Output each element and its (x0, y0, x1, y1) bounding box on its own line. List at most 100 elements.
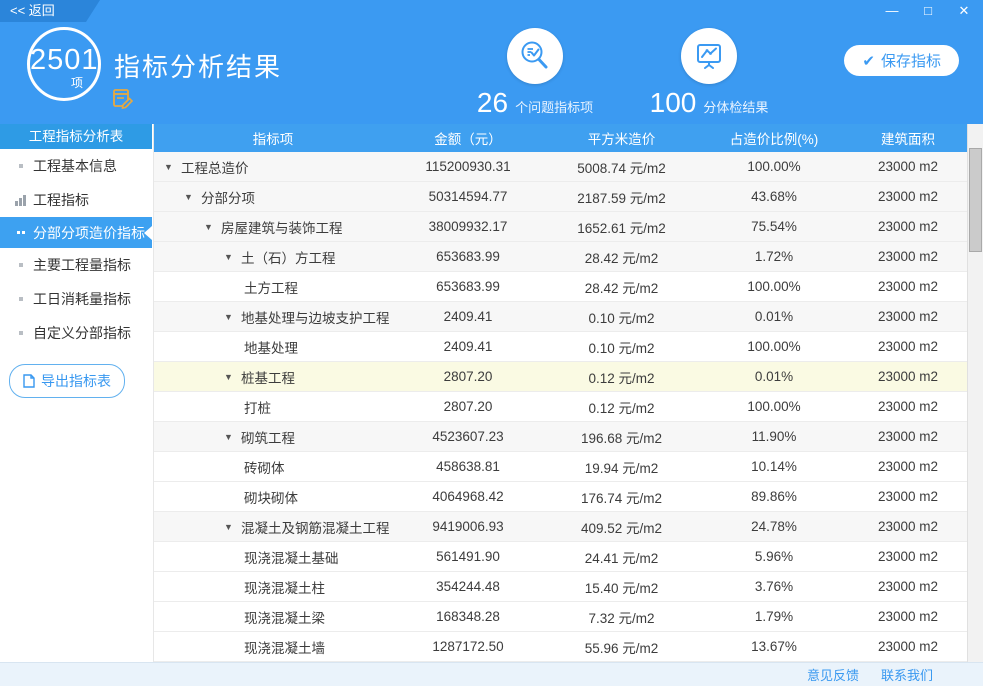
expand-collapse-arrow-icon[interactable]: ▼ (224, 522, 241, 532)
export-indicator-table-button[interactable]: 导出指标表 (9, 364, 125, 398)
scrollbar-thumb[interactable] (969, 148, 982, 252)
search-check-icon[interactable] (507, 28, 563, 84)
cost-ratio-value: 24.78% (699, 519, 849, 534)
squares-icon (13, 231, 28, 234)
sidebar-item-label: 主要工程量指标 (33, 255, 131, 275)
table-row[interactable]: 砌块砌体4064968.42176.74 元/m289.86%23000 m2 (154, 482, 967, 512)
sidebar-header: 工程指标分析表 (0, 124, 152, 149)
cost-ratio-value: 10.14% (699, 459, 849, 474)
indicator-name: 现浇混凝土柱 (244, 577, 325, 597)
feedback-link[interactable]: 意见反馈 (807, 665, 859, 684)
header: << 返回 — □ ✕ 2501 项 指标分析结果 (0, 0, 983, 124)
table-row[interactable]: ▼桩基工程2807.200.12 元/m20.01%23000 m2 (154, 362, 967, 392)
amount-value: 653683.99 (392, 279, 544, 294)
minimize-button[interactable]: — (881, 2, 903, 20)
document-edit-icon[interactable] (112, 88, 134, 110)
expand-collapse-arrow-icon[interactable]: ▼ (224, 372, 241, 382)
indicator-name: 桩基工程 (241, 367, 295, 387)
maximize-button[interactable]: □ (917, 2, 939, 20)
unit-cost-value: 19.94 元/m2 (544, 457, 699, 477)
building-area-value: 23000 m2 (849, 399, 967, 414)
building-area-value: 23000 m2 (849, 249, 967, 264)
unit-cost-value: 24.41 元/m2 (544, 547, 699, 567)
unit-cost-value: 15.40 元/m2 (544, 577, 699, 597)
amount-value: 50314594.77 (392, 189, 544, 204)
document-icon (23, 374, 35, 388)
amount-value: 38009932.17 (392, 219, 544, 234)
sidebar-item-subdivision-cost-indicators[interactable]: 分部分项造价指标 (0, 217, 152, 248)
cost-ratio-value: 1.79% (699, 609, 849, 624)
table-row[interactable]: ▼房屋建筑与装饰工程 38009932.171652.61 元/m275.54%2… (154, 212, 967, 242)
building-area-value: 23000 m2 (849, 579, 967, 594)
unit-cost-value: 55.96 元/m2 (544, 637, 699, 657)
health-score-label: 分体检结果 (703, 97, 768, 116)
sidebar-item-label: 分部分项造价指标 (33, 223, 145, 243)
chart-board-icon[interactable] (681, 28, 737, 84)
unit-cost-value: 1652.61 元/m2 (544, 217, 699, 237)
cost-ratio-value: 100.00% (699, 339, 849, 354)
expand-collapse-arrow-icon[interactable]: ▼ (224, 432, 241, 442)
indicator-name: 砖砌体 (244, 457, 285, 477)
cost-ratio-value: 75.54% (699, 219, 849, 234)
cost-ratio-value: 0.01% (699, 369, 849, 384)
sidebar-item-main-quantity-indicators[interactable]: 主要工程量指标 (0, 248, 152, 282)
column-header-indicator: 指标项 (154, 128, 392, 148)
building-area-value: 23000 m2 (849, 609, 967, 624)
table-row[interactable]: 现浇混凝土柱354244.4815.40 元/m23.76%23000 m2 (154, 572, 967, 602)
sidebar-item-labor-consumption-indicators[interactable]: 工日消耗量指标 (0, 282, 152, 316)
table-header-row: 指标项 金额（元） 平方米造价 占造价比例(%) 建筑面积 (154, 124, 967, 152)
table-row[interactable]: ▼地基处理与边坡支护工程2409.410.10 元/m20.01%23000 m… (154, 302, 967, 332)
building-area-value: 23000 m2 (849, 219, 967, 234)
back-button[interactable]: << 返回 (0, 0, 100, 22)
amount-value: 168348.28 (392, 609, 544, 624)
sidebar-item-project-indicators[interactable]: 工程指标 (0, 183, 152, 217)
indicator-name: 房屋建筑与装饰工程 (221, 217, 343, 237)
table-row[interactable]: 现浇混凝土墙1287172.5055.96 元/m213.67%23000 m2 (154, 632, 967, 662)
vertical-scrollbar[interactable] (967, 124, 983, 662)
expand-collapse-arrow-icon[interactable]: ▼ (184, 192, 201, 202)
amount-value: 1287172.50 (392, 639, 544, 654)
table-row[interactable]: 砖砌体458638.8119.94 元/m210.14%23000 m2 (154, 452, 967, 482)
table-row[interactable]: 打桩2807.200.12 元/m2100.00%23000 m2 (154, 392, 967, 422)
close-button[interactable]: ✕ (953, 2, 975, 20)
table-row[interactable]: ▼混凝土及钢筋混凝土工程9419006.93409.52 元/m224.78%2… (154, 512, 967, 542)
unit-cost-value: 28.42 元/m2 (544, 247, 699, 267)
expand-collapse-arrow-icon[interactable]: ▼ (224, 312, 241, 322)
table-row[interactable]: 现浇混凝土基础561491.9024.41 元/m25.96%23000 m2 (154, 542, 967, 572)
indicator-table: 指标项 金额（元） 平方米造价 占造价比例(%) 建筑面积 ▼工程总造价1152… (153, 124, 983, 662)
building-area-value: 23000 m2 (849, 339, 967, 354)
table-body: ▼工程总造价115200930.315008.74 元/m2100.00%230… (154, 152, 983, 662)
table-row[interactable]: 土方工程653683.9928.42 元/m2100.00%23000 m2 (154, 272, 967, 302)
save-indicators-button[interactable]: ✔ 保存指标 (844, 45, 959, 76)
cost-ratio-value: 0.01% (699, 309, 849, 324)
cost-ratio-value: 11.90% (699, 429, 849, 444)
table-row[interactable]: ▼分部分项50314594.772187.59 元/m243.68%23000 … (154, 182, 967, 212)
sidebar-item-label: 工日消耗量指标 (33, 289, 131, 309)
expand-collapse-arrow-icon[interactable]: ▼ (164, 162, 181, 172)
check-icon: ✔ (862, 52, 875, 70)
table-row[interactable]: 地基处理2409.410.10 元/m2100.00%23000 m2 (154, 332, 967, 362)
indicator-name: 工程总造价 (181, 157, 249, 177)
indicator-name: 地基处理与边坡支护工程 (241, 307, 390, 327)
table-row[interactable]: 现浇混凝土梁168348.287.32 元/m21.79%23000 m2 (154, 602, 967, 632)
sidebar-item-custom-subdivision-indicators[interactable]: 自定义分部指标 (0, 316, 152, 350)
table-row[interactable]: ▼土（石）方工程653683.9928.42 元/m21.72%23000 m2 (154, 242, 967, 272)
indicator-count-circle: 2501 项 (27, 27, 101, 101)
sidebar-item-basic-info[interactable]: 工程基本信息 (0, 149, 152, 183)
bar-chart-icon (13, 195, 28, 206)
building-area-value: 23000 m2 (849, 279, 967, 294)
table-row[interactable]: ▼砌筑工程4523607.23196.68 元/m211.90%23000 m2 (154, 422, 967, 452)
indicator-name: 土方工程 (244, 277, 298, 297)
sidebar-item-label: 工程指标 (33, 190, 89, 210)
column-header-cost-ratio: 占造价比例(%) (699, 128, 849, 148)
cost-ratio-value: 100.00% (699, 399, 849, 414)
building-area-value: 23000 m2 (849, 489, 967, 504)
expand-collapse-arrow-icon[interactable]: ▼ (224, 252, 241, 262)
cost-ratio-value: 100.00% (699, 279, 849, 294)
problem-indicator-label: 个问题指标项 (515, 97, 593, 116)
table-row[interactable]: ▼工程总造价115200930.315008.74 元/m2100.00%230… (154, 152, 967, 182)
dot-icon (13, 297, 28, 301)
expand-collapse-arrow-icon[interactable]: ▼ (204, 222, 221, 232)
sidebar-item-label: 工程基本信息 (33, 156, 117, 176)
contact-us-link[interactable]: 联系我们 (881, 665, 933, 684)
